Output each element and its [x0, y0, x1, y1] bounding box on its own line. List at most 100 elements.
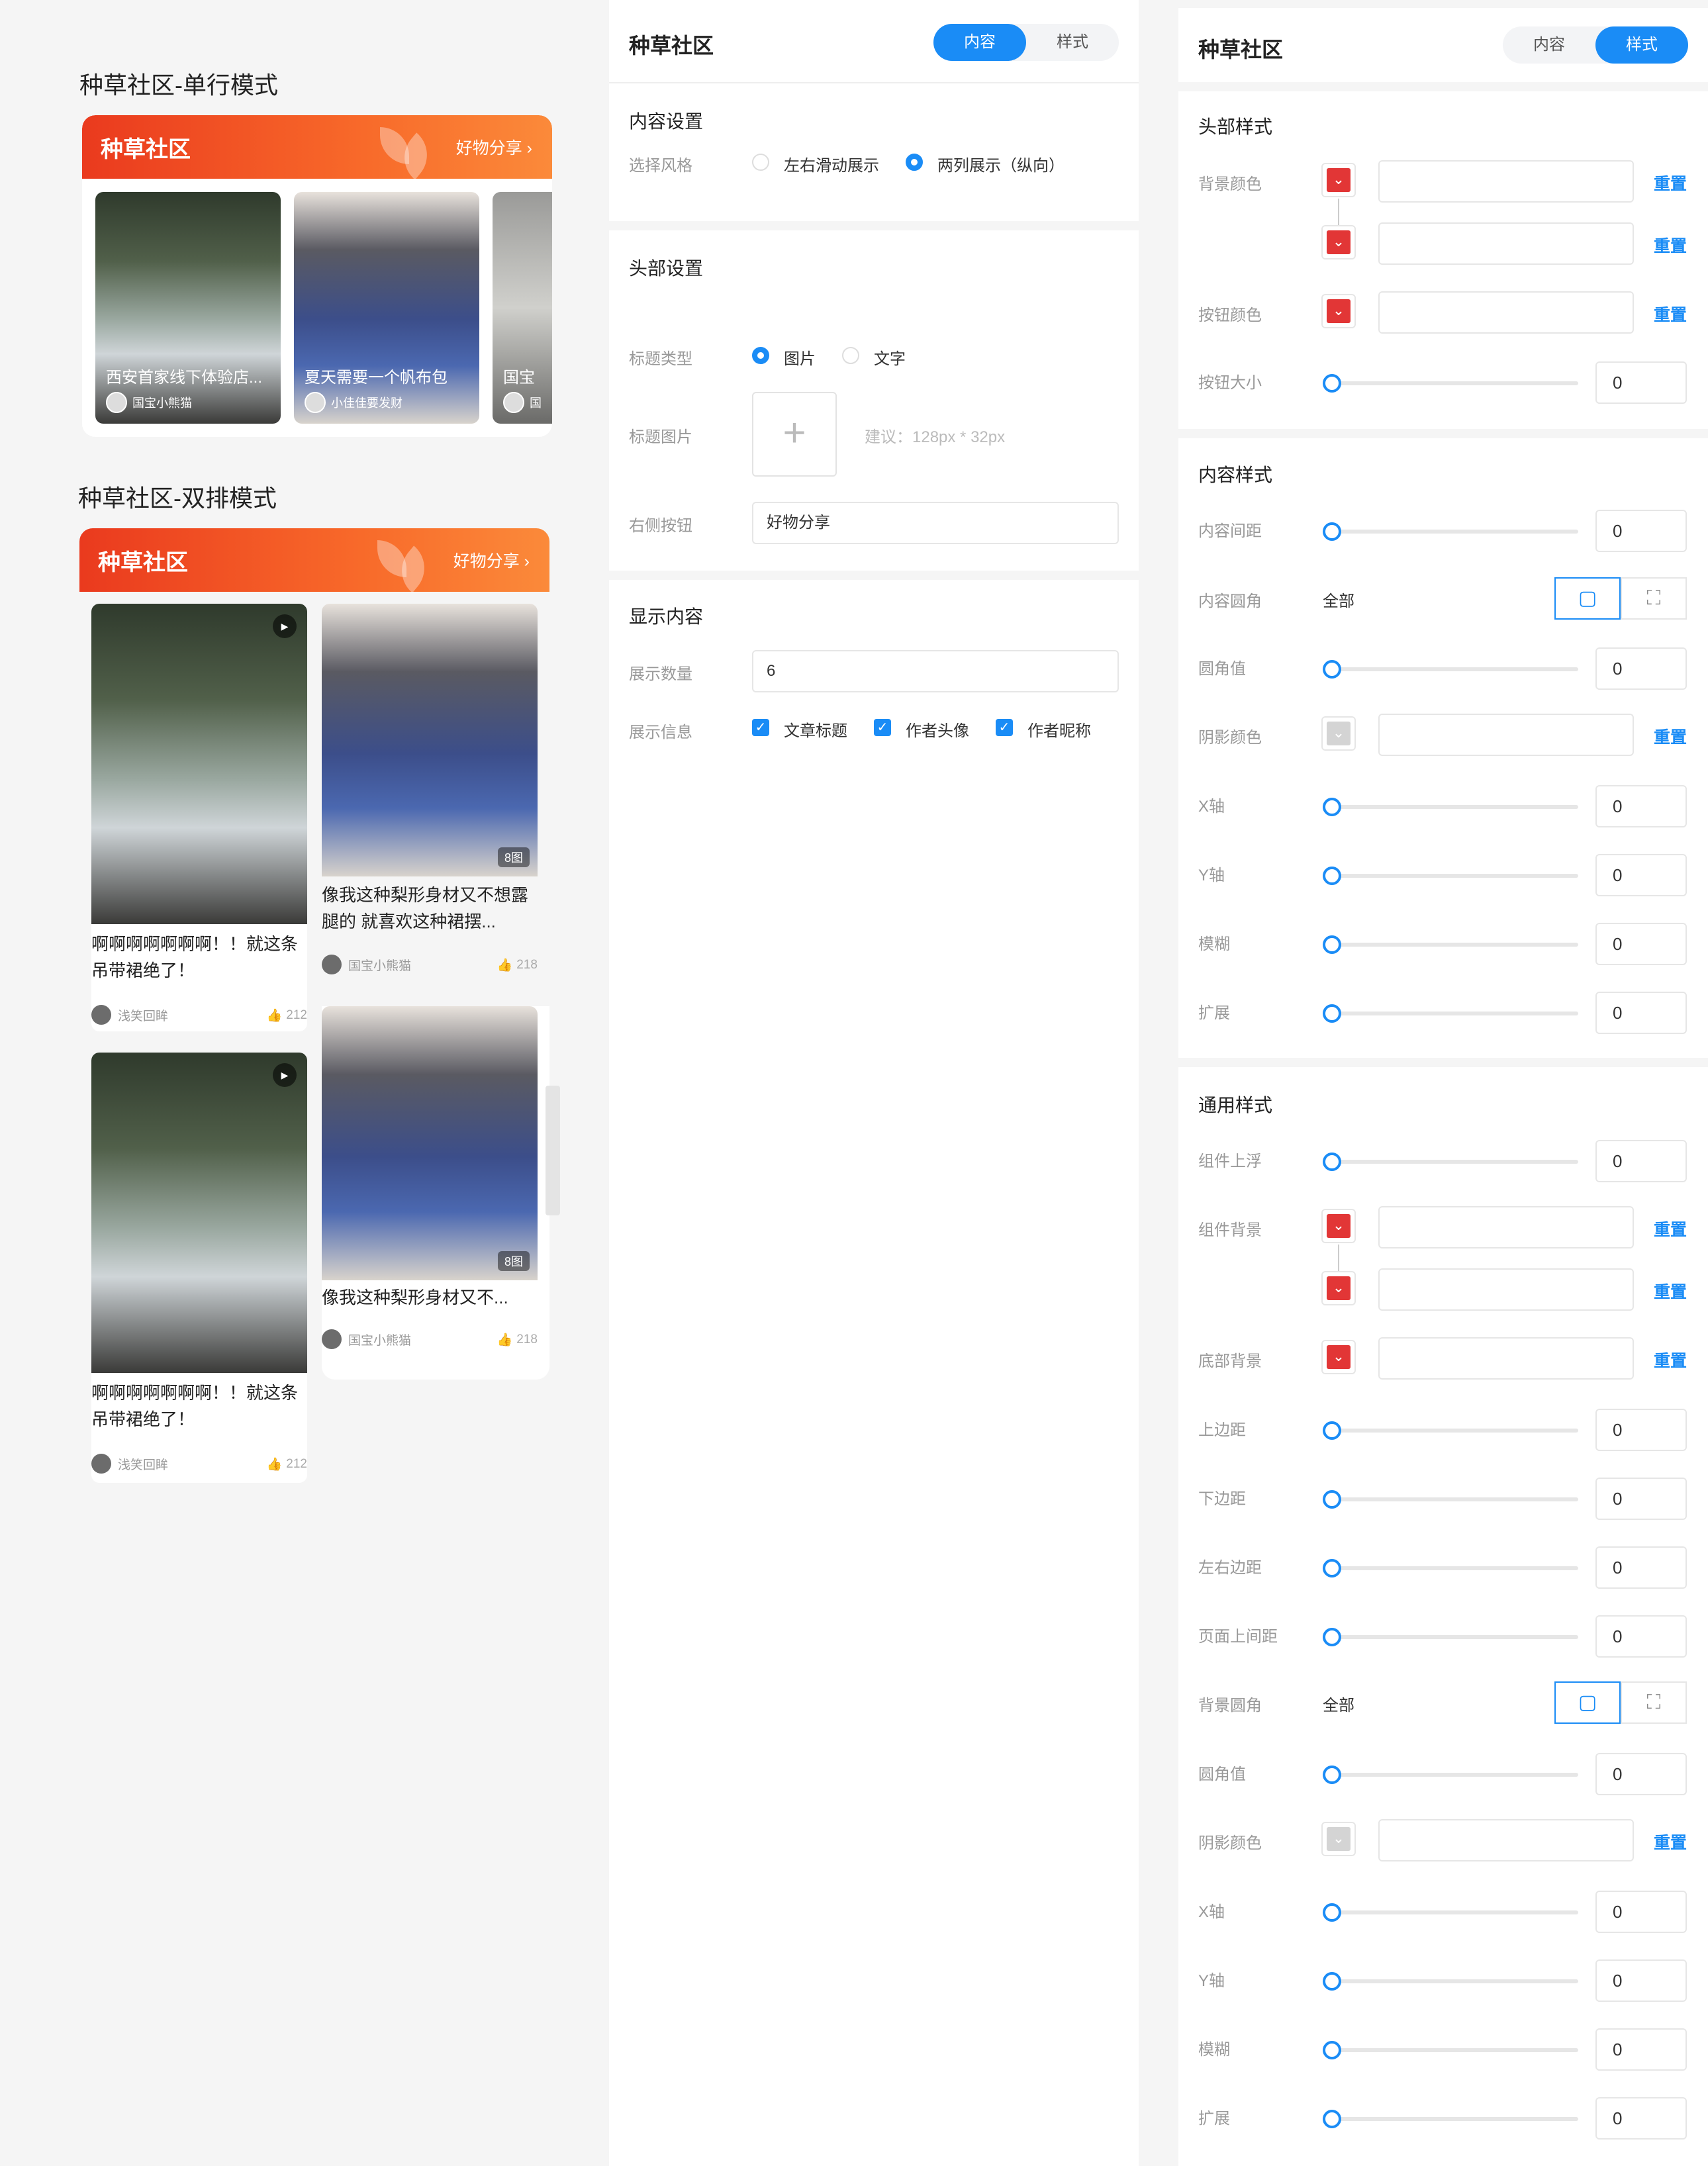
bg-radius-input[interactable]: 0 [1595, 1753, 1687, 1795]
margin-lr-slider[interactable] [1323, 1559, 1578, 1577]
bg-color-end-input[interactable] [1378, 222, 1634, 265]
spacing-input[interactable]: 0 [1595, 510, 1687, 552]
slider-knob[interactable] [1323, 935, 1341, 954]
y-input[interactable]: 0 [1595, 854, 1687, 896]
bg-x-slider[interactable] [1323, 1903, 1578, 1922]
radius-slider[interactable] [1323, 660, 1578, 679]
reset-link[interactable]: 重置 [1654, 1830, 1687, 1854]
bg-blur-input[interactable]: 0 [1595, 2028, 1687, 2071]
slider-knob[interactable] [1323, 1903, 1341, 1922]
reset-link[interactable]: 重置 [1654, 1217, 1687, 1241]
radius-all-button[interactable]: ▢ [1554, 577, 1621, 620]
like-count[interactable]: 👍 218 [497, 957, 538, 973]
margin-lr-input[interactable]: 0 [1595, 1546, 1687, 1589]
bottom-bg-input[interactable] [1378, 1337, 1634, 1380]
tab-content[interactable]: 内容 [933, 24, 1026, 61]
radius-input[interactable]: 0 [1595, 647, 1687, 690]
double-card-more-link[interactable]: 好物分享 › [453, 548, 530, 572]
shadow-color-input[interactable] [1378, 714, 1634, 756]
margin-bottom-input[interactable]: 0 [1595, 1478, 1687, 1520]
radio-text[interactable] [842, 347, 859, 364]
preview-scrollbar[interactable] [546, 1086, 560, 1215]
reset-link[interactable]: 重置 [1654, 1279, 1687, 1303]
slider-knob[interactable] [1323, 1559, 1341, 1577]
slider-knob[interactable] [1323, 867, 1341, 885]
component-bg-start-input[interactable] [1378, 1206, 1634, 1248]
checkbox-avatar[interactable]: ✓ [874, 719, 891, 736]
spread-input[interactable]: 0 [1595, 992, 1687, 1034]
slider-knob[interactable] [1323, 2041, 1341, 2059]
bg-blur-slider[interactable] [1323, 2041, 1578, 2059]
count-input[interactable]: 6 [752, 650, 1119, 692]
checkbox-title[interactable]: ✓ [752, 719, 769, 736]
slider-knob[interactable] [1323, 1628, 1341, 1646]
like-count[interactable]: 👍 212 [267, 1008, 307, 1023]
float-up-input[interactable]: 0 [1595, 1140, 1687, 1182]
like-count[interactable]: 👍 212 [267, 1456, 307, 1472]
bg-radius-all-button[interactable]: ▢ [1554, 1681, 1621, 1724]
radio-scroll[interactable] [752, 154, 769, 171]
component-bg-end-input[interactable] [1378, 1268, 1634, 1311]
radio-two-column[interactable] [906, 154, 923, 171]
slider-knob[interactable] [1323, 374, 1341, 393]
blur-input[interactable]: 0 [1595, 923, 1687, 965]
single-item-1[interactable]: 西安首家线下体验店... 国宝小熊猫 [95, 192, 281, 424]
bg-shadow-color-swatch[interactable]: ⌄ [1321, 1822, 1356, 1856]
slider-knob[interactable] [1323, 798, 1341, 816]
float-up-slider[interactable] [1323, 1153, 1578, 1171]
btn-size-input[interactable]: 0 [1595, 361, 1687, 404]
bg-y-slider[interactable] [1323, 1972, 1578, 1991]
radio-image[interactable] [752, 347, 769, 364]
x-slider[interactable] [1323, 798, 1578, 816]
reset-link[interactable]: 重置 [1654, 724, 1687, 748]
bg-spread-input[interactable]: 0 [1595, 2097, 1687, 2140]
slider-knob[interactable] [1323, 1153, 1341, 1171]
slider-knob[interactable] [1323, 660, 1341, 679]
spacing-slider[interactable] [1323, 522, 1578, 541]
margin-top-input[interactable]: 0 [1595, 1409, 1687, 1451]
upload-image-button[interactable]: + [752, 392, 837, 477]
slider-knob[interactable] [1323, 1421, 1341, 1440]
right-button-input[interactable]: 好物分享 [752, 502, 1119, 544]
single-card-more-link[interactable]: 好物分享 › [456, 135, 532, 159]
margin-top-slider[interactable] [1323, 1421, 1578, 1440]
reset-link[interactable]: 重置 [1654, 171, 1687, 195]
bg-color-end-swatch[interactable]: ⌄ [1321, 225, 1356, 259]
single-item-2[interactable]: 夏天需要一个帆布包 小佳佳要发财 [294, 192, 479, 424]
bg-y-input[interactable]: 0 [1595, 1959, 1687, 2002]
slider-knob[interactable] [1323, 1972, 1341, 1991]
checkbox-nickname[interactable]: ✓ [996, 719, 1013, 736]
y-slider[interactable] [1323, 867, 1578, 885]
reset-link[interactable]: 重置 [1654, 233, 1687, 257]
margin-bottom-slider[interactable] [1323, 1490, 1578, 1509]
tab-style[interactable]: 样式 [1595, 26, 1688, 64]
bg-x-input[interactable]: 0 [1595, 1891, 1687, 1933]
tab-content[interactable]: 内容 [1503, 26, 1595, 64]
btn-size-slider[interactable] [1323, 374, 1578, 393]
component-bg-start-swatch[interactable]: ⌄ [1321, 1209, 1356, 1243]
spread-slider[interactable] [1323, 1004, 1578, 1023]
radius-separate-button[interactable]: ⛶ [1621, 577, 1687, 620]
page-gap-slider[interactable] [1323, 1628, 1578, 1646]
reset-link[interactable]: 重置 [1654, 1348, 1687, 1372]
bottom-bg-swatch[interactable]: ⌄ [1321, 1340, 1356, 1374]
bg-spread-slider[interactable] [1323, 2110, 1578, 2128]
bg-shadow-color-input[interactable] [1378, 1819, 1634, 1861]
slider-knob[interactable] [1323, 1766, 1341, 1784]
btn-color-swatch[interactable]: ⌄ [1321, 294, 1356, 328]
x-input[interactable]: 0 [1595, 785, 1687, 827]
double-item-4[interactable]: 8图 像我这种梨形身材又不... 国宝小熊猫 👍 218 [322, 1006, 549, 1380]
double-item-2[interactable]: 8图 像我这种梨形身材又不想露 腿的 就喜欢这种裙摆... 国宝小熊猫 👍 218 [322, 604, 538, 985]
single-item-3[interactable]: 国宝 国 [493, 192, 552, 424]
slider-knob[interactable] [1323, 1004, 1341, 1023]
bg-color-start-input[interactable] [1378, 160, 1634, 203]
single-mode-card[interactable]: 种草社区 好物分享 › 西安首家线下体验店... 国宝小熊猫 夏天需要一个帆布包… [82, 115, 552, 437]
tab-style[interactable]: 样式 [1026, 24, 1119, 61]
btn-color-input[interactable] [1378, 291, 1634, 334]
double-item-3[interactable]: ▶ 啊啊啊啊啊啊啊！！就这条 吊带裙绝了！ 浅笑回眸 👍 212 [91, 1053, 307, 1483]
double-item-1[interactable]: ▶ 啊啊啊啊啊啊啊！！就这条 吊带裙绝了！ 浅笑回眸 👍 212 [91, 604, 307, 1031]
slider-knob[interactable] [1323, 1490, 1341, 1509]
like-count[interactable]: 👍 218 [497, 1332, 538, 1348]
slider-knob[interactable] [1323, 522, 1341, 541]
bg-color-start-swatch[interactable]: ⌄ [1321, 163, 1356, 197]
